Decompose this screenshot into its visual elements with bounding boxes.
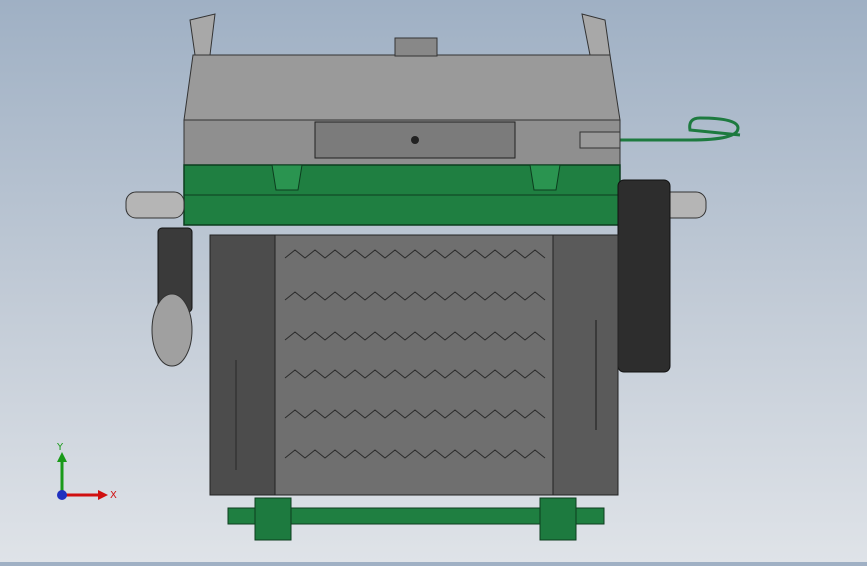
axis-triad: Y X: [56, 442, 117, 501]
drum-frame: [209, 234, 619, 496]
top-hopper: [183, 13, 621, 166]
green-crossbeam: [183, 164, 621, 226]
bottom-green-bar: [227, 497, 605, 541]
cad-viewport[interactable]: Y X: [0, 0, 867, 562]
x-axis-arrow-head: [98, 490, 108, 500]
x-axis-label: X: [110, 490, 117, 501]
y-axis-label: Y: [56, 442, 64, 453]
y-axis-arrow-head: [57, 452, 67, 462]
z-axis-dot: [57, 490, 67, 500]
machine-model: [125, 13, 741, 541]
